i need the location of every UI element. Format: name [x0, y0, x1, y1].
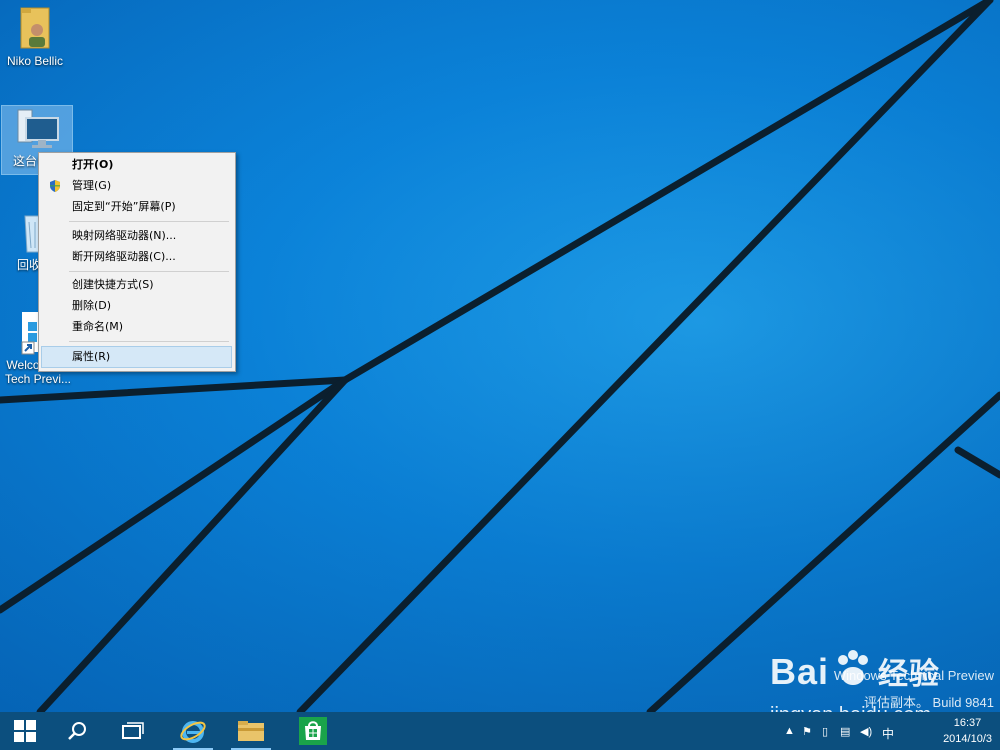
taskbar: ▲ ⚑ ▯ ▤ ◀) 中 16:37 2014/10/3	[0, 712, 1000, 750]
menu-item-label: 固定到“开始”屏幕(P)	[72, 200, 176, 213]
menu-item-open[interactable]: 打开(O)	[42, 155, 231, 175]
taskbar-file-explorer[interactable]	[228, 712, 274, 750]
clock[interactable]: 16:37 2014/10/3	[943, 715, 992, 747]
menu-item-label: 删除(D)	[72, 299, 112, 312]
volume-icon[interactable]: ◀)	[860, 725, 872, 738]
search-icon	[68, 722, 86, 740]
user-folder-icon	[20, 7, 50, 49]
menu-item-map-network-drive[interactable]: 映射网络驱动器(N)...	[42, 226, 231, 246]
clock-time: 16:37	[953, 717, 982, 729]
desktop-icon-label: Niko Bellic	[6, 54, 63, 68]
context-menu: 打开(O) 管理(G) 固定到“开始”屏幕(P) 映射网络驱动器(N)... 断…	[38, 152, 236, 372]
menu-item-disconnect-network-drive[interactable]: 断开网络驱动器(C)...	[42, 247, 231, 267]
network-icon[interactable]: ▤	[840, 725, 850, 738]
menu-item-manage[interactable]: 管理(G)	[42, 176, 231, 196]
battery-icon[interactable]: ▯	[822, 725, 828, 738]
menu-item-label: 映射网络驱动器(N)...	[72, 229, 177, 242]
menu-item-label: 打开(O)	[72, 158, 114, 171]
task-view-icon	[122, 722, 144, 739]
menu-item-label: 重命名(M)	[72, 320, 124, 333]
uac-shield-icon	[50, 180, 60, 192]
menu-separator	[69, 221, 229, 222]
build-watermark-line1: Windows Technical Preview	[833, 668, 994, 683]
menu-item-label: 管理(G)	[72, 179, 112, 192]
menu-item-rename[interactable]: 重命名(M)	[42, 317, 231, 337]
menu-item-label: 属性(R)	[72, 350, 111, 363]
build-watermark: Windows Technical Preview 评估副本。 Build 98…	[794, 640, 994, 710]
build-watermark-line2: 评估副本。 Build 9841	[863, 695, 994, 710]
menu-item-label: 断开网络驱动器(C)...	[72, 250, 176, 263]
menu-item-create-shortcut[interactable]: 创建快捷方式(S)	[42, 275, 231, 295]
menu-item-properties[interactable]: 属性(R)	[41, 346, 232, 368]
folder-icon	[238, 721, 264, 741]
ie-icon	[180, 721, 206, 743]
menu-item-delete[interactable]: 删除(D)	[42, 296, 231, 316]
ime-indicator[interactable]: 中	[882, 725, 894, 742]
menu-item-pin-to-start[interactable]: 固定到“开始”屏幕(P)	[42, 197, 231, 217]
taskbar-internet-explorer[interactable]	[170, 712, 216, 750]
menu-separator	[69, 271, 229, 272]
task-view-button[interactable]	[110, 712, 156, 750]
flag-icon[interactable]: ⚑	[802, 725, 812, 738]
clock-date: 2014/10/3	[943, 733, 992, 745]
menu-item-label: 创建快捷方式(S)	[72, 278, 154, 291]
start-button[interactable]	[2, 712, 48, 750]
taskbar-store[interactable]	[290, 712, 336, 750]
store-icon	[299, 717, 327, 745]
desktop-icon-user-folder[interactable]: Niko Bellic	[0, 4, 70, 68]
tray-chevron-up-icon[interactable]: ▲	[784, 725, 795, 737]
menu-separator	[69, 341, 229, 342]
desktop[interactable]: Niko Bellic 这台电脑 回收站 Welcome to Tech Pre…	[0, 0, 1000, 712]
system-tray: ▲ ⚑ ▯ ▤ ◀) 中 16:37 2014/10/3	[770, 712, 1000, 750]
windows-logo-icon	[14, 720, 36, 742]
search-button[interactable]	[54, 712, 100, 750]
computer-icon	[17, 109, 59, 148]
